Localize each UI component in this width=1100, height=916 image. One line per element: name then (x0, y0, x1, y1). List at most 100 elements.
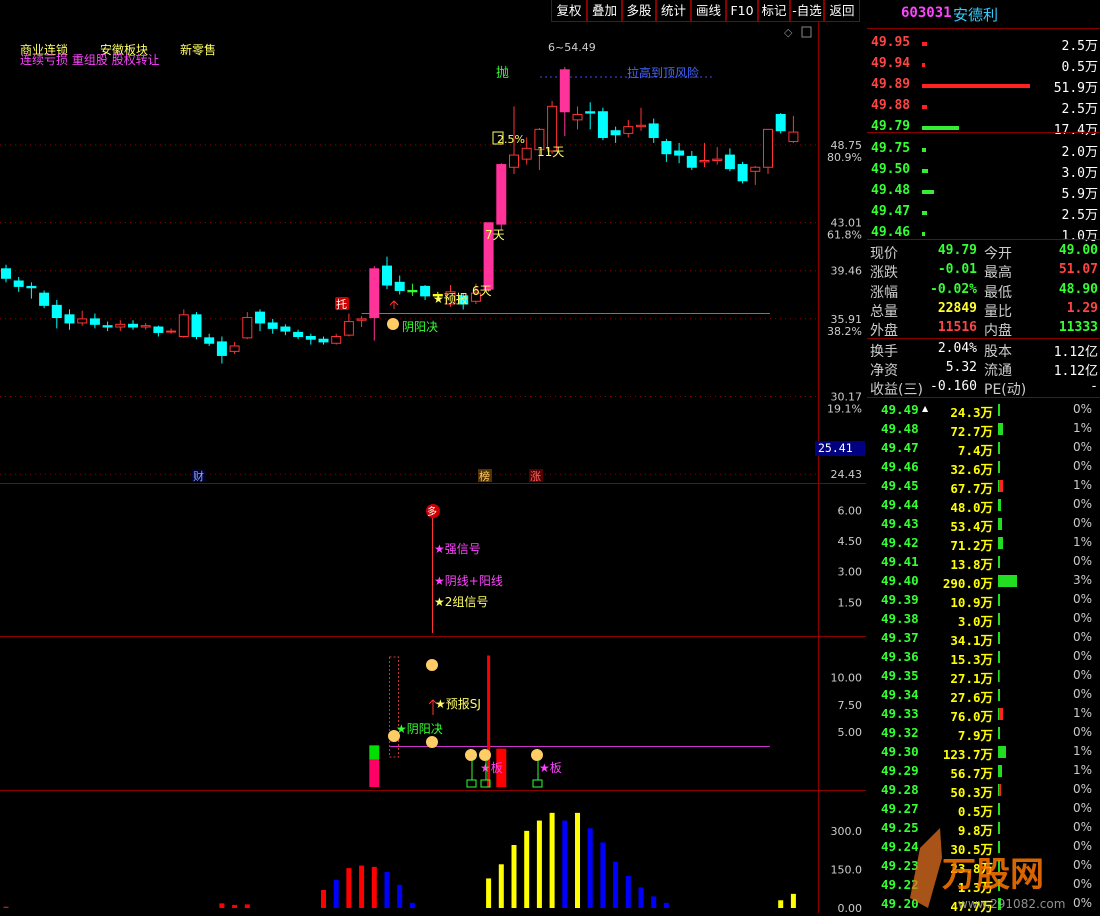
stat-row: 涨跌 -0.01 最高 51.07 (867, 261, 1100, 282)
price-volume-row[interactable]: 49.38 3.0万 0% (867, 609, 1100, 629)
price-volume-row[interactable]: 49.42 71.2万 1% (867, 533, 1100, 553)
price-volume-row[interactable]: 49.36 15.3万 0% (867, 647, 1100, 667)
ask-level[interactable]: 49.88 2.5万 (867, 97, 1100, 117)
price-volume-row[interactable]: 49.27 0.5万 0% (867, 799, 1100, 819)
fundamental-label: 收益(三) (870, 382, 923, 398)
volume-bar (3, 906, 9, 908)
fundamental-row: 收益(三) -0.160 PE(动) - (867, 378, 1100, 398)
row-percent: 0% (1072, 801, 1092, 815)
panel-tick-label: 0.00 (838, 902, 863, 913)
level-price: 49.48 (871, 183, 911, 198)
volume-bar (511, 845, 517, 908)
price-volume-row[interactable]: 49.40 290.0万 3% (867, 571, 1100, 591)
toolbar-button-5[interactable]: F10 (726, 0, 758, 22)
bid-level[interactable]: 49.50 3.0万 (867, 161, 1100, 181)
volume-bar (651, 896, 657, 908)
toolbar-button-6[interactable]: 标记 (758, 0, 790, 22)
candle-body (496, 164, 507, 225)
ask-level[interactable]: 49.79 17.4万 (867, 118, 1100, 138)
toolbar-button-7[interactable]: -自选 (790, 0, 824, 22)
volume-bar (663, 902, 669, 908)
price-volume-row[interactable]: 49.37 34.1万 0% (867, 628, 1100, 648)
toolbar-button-3[interactable]: 统计 (656, 0, 691, 22)
stat-value: 48.90 (1058, 281, 1098, 297)
ask-level[interactable]: 49.94 0.5万 (867, 55, 1100, 75)
row-percent: 0% (1072, 497, 1092, 511)
price-volume-row[interactable]: 49.41 13.8万 0% (867, 552, 1100, 572)
volume-bar (638, 887, 644, 908)
panel-tick-label: 3.00 (838, 566, 863, 579)
level-price: 49.47 (871, 204, 911, 219)
price-volume-row[interactable]: 49.46 32.6万 0% (867, 457, 1100, 477)
stock-chart-window: 48.75 80.9% 43.01 61.8% 39.46 35.91 38.2% 30.17… (0, 0, 1100, 914)
price-volume-row[interactable]: 49.33 76.0万 1% (867, 704, 1100, 724)
row-volume-bar (998, 708, 1003, 720)
stat-value: 1.29 (1066, 300, 1098, 316)
row-volume-bar (998, 613, 1000, 625)
price-volume-row[interactable]: 49.34 27.6万 0% (867, 685, 1100, 705)
price-volume-row[interactable]: 49.30 123.7万 1% (867, 742, 1100, 762)
candle-body (242, 317, 253, 339)
candle-body (1, 268, 11, 279)
zhang-label: 涨 (530, 470, 541, 483)
volume-bar (790, 893, 796, 908)
bid-level[interactable]: 49.47 2.5万 (867, 203, 1100, 223)
candle-body (305, 335, 316, 340)
row-percent: 0% (1072, 459, 1092, 473)
stat-label: 最高 (984, 265, 1012, 282)
days-11-label: 11天 (537, 145, 564, 159)
level-volume: 17.4万 (1053, 123, 1098, 138)
candle-body (280, 326, 291, 332)
price-volume-row[interactable]: 49.48 72.7万 1% (867, 419, 1100, 439)
money-bag-icon (479, 749, 491, 761)
candle-body (102, 325, 113, 328)
volume-bar (384, 872, 390, 908)
divider (867, 132, 1100, 133)
money-bag-icon (426, 736, 438, 748)
strong-signal-label: ★强信号 (434, 542, 481, 556)
ask-level[interactable]: 49.95 2.5万 (867, 34, 1100, 54)
price-volume-row[interactable]: 49.29 56.7万 1% (867, 761, 1100, 781)
window-icon[interactable] (801, 26, 812, 38)
volume-bar (625, 875, 631, 908)
candle-body (648, 123, 659, 138)
stat-label: 总量 (870, 303, 898, 320)
price-volume-row[interactable]: 49.39 10.9万 0% (867, 590, 1100, 610)
level-volume-bar (922, 63, 925, 67)
toolbar-button-0[interactable]: 复权 (551, 0, 587, 22)
toolbar-button-1[interactable]: 叠加 (587, 0, 622, 22)
row-percent: 0% (1072, 440, 1092, 454)
level-volume: 2.0万 (1061, 145, 1098, 160)
candle-body (597, 111, 608, 138)
toolbar-button-4[interactable]: 画线 (691, 0, 726, 22)
ask-level[interactable]: 49.89 51.9万 (867, 76, 1100, 96)
price-volume-row[interactable]: 49.45 67.7万 1% (867, 476, 1100, 496)
price-volume-row[interactable]: 49.28 50.3万 0% (867, 780, 1100, 800)
volume-bar (486, 878, 492, 908)
diamond-icon[interactable]: ◇ (784, 26, 793, 39)
row-percent: 0% (1072, 725, 1092, 739)
toolbar-button-2[interactable]: 多股 (622, 0, 656, 22)
bid-level[interactable]: 49.48 5.9万 (867, 182, 1100, 202)
row-price: 49.30 (881, 744, 919, 759)
row-percent: 0% (1072, 402, 1092, 416)
bid-level[interactable]: 49.46 1.0万 (867, 224, 1100, 244)
volume-bar (397, 884, 403, 908)
price-volume-row[interactable]: 49.44 48.0万 0% (867, 495, 1100, 515)
stat-value: 49.00 (1058, 243, 1098, 258)
bid-level[interactable]: 49.75 2.0万 (867, 140, 1100, 160)
price-volume-row[interactable]: 49.32 7.9万 0% (867, 723, 1100, 743)
price-volume-row[interactable]: 49.35 27.1万 0% (867, 666, 1100, 686)
price-volume-row[interactable]: 49.47 7.4万 0% (867, 438, 1100, 458)
row-volume-bar (998, 746, 1006, 758)
toolbar-button-8[interactable]: 返回 (824, 0, 860, 22)
price-volume-row[interactable]: 49.43 53.4万 0% (867, 514, 1100, 534)
stat-label: 今开 (984, 246, 1012, 262)
row-percent: 0% (1072, 592, 1092, 606)
row-price: 49.39 (881, 592, 919, 607)
chart-canvas[interactable]: 48.7580.9%43.0161.8%39.4635.9138.2%30.17… (0, 0, 866, 913)
fib-pct-label: 38.2% (827, 325, 862, 338)
money-bag-icon (465, 749, 477, 761)
watermark-url: www.291082.com (958, 897, 1065, 911)
price-volume-row[interactable]: 49.49 24.3万 0% ▲ (867, 400, 1100, 420)
